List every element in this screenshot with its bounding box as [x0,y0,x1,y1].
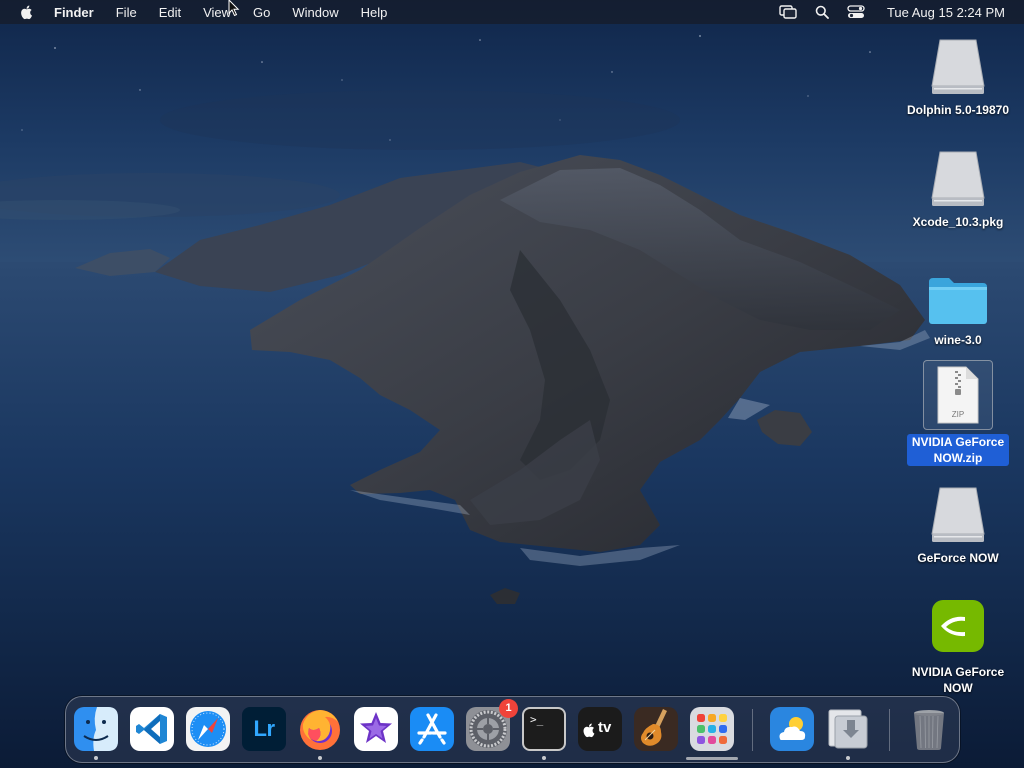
dock-separator [889,709,890,751]
nvidia-app-icon [926,596,990,656]
running-indicator [846,756,850,760]
menu-help[interactable]: Help [361,5,388,20]
disk-image-icon [926,482,990,546]
weather-icon [770,707,814,751]
firefox-icon [300,710,340,750]
garageband-icon [634,707,678,751]
dock-lightroom[interactable]: Lr [241,706,287,752]
app-store-icon [410,707,454,751]
apple-logo-icon[interactable] [19,4,35,20]
dock-downloads[interactable] [825,706,871,760]
dock-terminal[interactable]: >_ [521,706,567,760]
menu-bar-clock[interactable]: Tue Aug 15 2:24 PM [887,5,1005,20]
running-indicator [94,756,98,760]
safari-icon [186,707,230,751]
trash-icon [914,710,944,750]
dock-finder[interactable] [73,706,119,760]
disk-image-icon [926,34,990,98]
dock-scroll-indicator [686,757,738,760]
desktop-icon-nvidia-app[interactable]: NVIDIA GeForce NOW [898,596,1018,696]
desktop-icon-label: NVIDIA GeForce NOW [911,665,1005,695]
dock-garageband[interactable] [633,706,679,752]
desktop-icon-label: wine-3.0 [934,333,982,347]
mouse-pointer-icon [228,0,240,17]
desktop-icon-label: NVIDIA GeForce NOW.zip [907,434,1009,466]
desktop-icon-xcode-pkg[interactable]: Xcode_10.3.pkg [898,146,1018,230]
desktop-icon-dolphin[interactable]: Dolphin 5.0-19870 [898,34,1018,118]
dock-system-preferences[interactable]: 1 [465,699,518,752]
dock-trash[interactable] [906,706,952,752]
desktop-icon-nvidia-zip[interactable]: ZIP NVIDIA GeForce NOW.zip [898,360,1018,466]
terminal-icon [522,707,566,751]
downloads-stack-icon [828,709,868,749]
running-indicator [542,756,546,760]
imovie-icon [354,707,398,751]
zip-label: ZIP [951,409,965,419]
dock-vscode[interactable] [129,706,175,752]
desktop-icon-label: Dolphin 5.0-19870 [906,103,1010,117]
lightroom-label: Lr [253,716,276,741]
apple-tv-label: tv [598,719,612,736]
screen-mirroring-icon[interactable] [779,4,797,20]
menu-bar: Finder File Edit View Go Window Help Tue… [0,0,1024,24]
vscode-icon [130,707,174,751]
dock: Lr 1 >_ tv [65,696,960,763]
dock-app-store[interactable] [409,706,455,752]
notification-badge: 1 [499,699,518,718]
menu-view[interactable]: View [203,5,231,20]
desktop-icon-wine-folder[interactable]: wine-3.0 [898,272,1018,348]
menu-file[interactable]: File [116,5,137,20]
dock-safari[interactable] [185,706,231,752]
zip-file-icon: ZIP [923,360,993,430]
dock-launchpad[interactable] [689,706,735,752]
menu-app-finder[interactable]: Finder [54,5,94,20]
menu-window[interactable]: Window [292,5,338,20]
desktop-icon-geforce-now[interactable]: GeForce NOW [898,482,1018,566]
finder-icon [74,707,118,751]
desktop-icon-label: GeForce NOW [917,551,999,565]
control-center-icon[interactable] [847,4,865,20]
menu-edit[interactable]: Edit [159,5,181,20]
menu-go[interactable]: Go [253,5,270,20]
spotlight-search-icon[interactable] [813,4,831,20]
dock-imovie[interactable] [353,706,399,752]
folder-icon [926,272,990,328]
terminal-prompt: >_ [530,713,544,726]
running-indicator [318,756,322,760]
dock-apple-tv[interactable]: tv [577,706,623,752]
desktop-wallpaper [0,0,1024,768]
dock-firefox[interactable] [297,706,343,760]
launchpad-icon [690,707,734,751]
disk-image-icon [926,146,990,210]
dock-weather[interactable] [769,706,815,752]
dock-separator [752,709,753,751]
desktop-icon-label: Xcode_10.3.pkg [912,215,1004,229]
